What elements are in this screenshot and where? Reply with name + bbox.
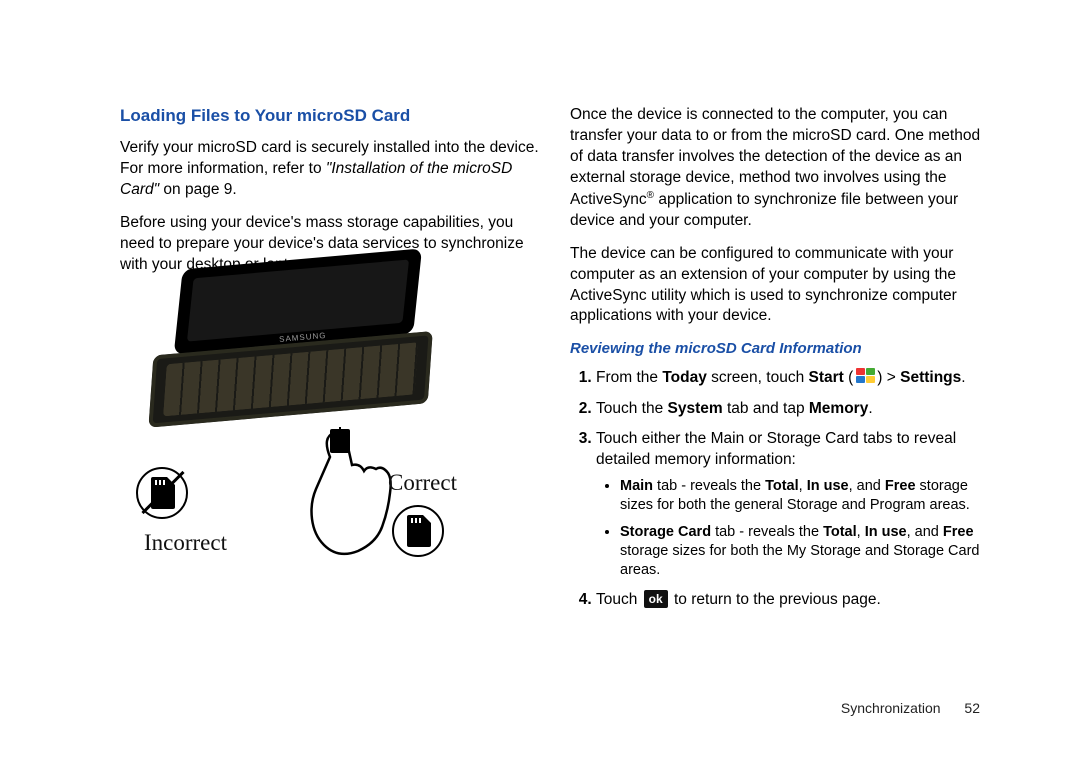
text-bold: In use xyxy=(807,478,849,494)
text: Touch xyxy=(596,591,642,608)
text: ( xyxy=(844,369,853,386)
text-bold: In use xyxy=(865,524,907,540)
text-bold: Memory xyxy=(809,400,868,417)
text: Touch either the Main or Storage Card ta… xyxy=(596,430,956,468)
text: Touch the xyxy=(596,400,668,417)
windows-logo-icon xyxy=(855,368,875,384)
bullet-list: Main tab - reveals the Total, In use, an… xyxy=(596,477,990,579)
right-column: Once the device is connected to the comp… xyxy=(570,105,990,731)
microsd-icon xyxy=(405,515,431,547)
text-bold: Free xyxy=(885,478,916,494)
text: . xyxy=(868,400,872,417)
subsection-heading: Reviewing the microSD Card Information xyxy=(570,339,990,359)
text-bold: Settings xyxy=(900,369,961,386)
text: storage sizes for both the My Storage an… xyxy=(620,543,979,578)
text-bold: Total xyxy=(823,524,857,540)
ok-button-icon: ok xyxy=(644,590,668,608)
bullet-item: Main tab - reveals the Total, In use, an… xyxy=(620,477,990,515)
paragraph: Verify your microSD card is securely ins… xyxy=(120,138,540,201)
text-bold: Free xyxy=(943,524,974,540)
step-item: Touch the System tab and tap Memory. xyxy=(596,399,990,420)
text: on page 9. xyxy=(159,181,237,198)
text: From the xyxy=(596,369,662,386)
footer-section: Synchronization xyxy=(841,700,941,716)
text-bold: Storage Card xyxy=(620,524,711,540)
text-bold: System xyxy=(668,400,723,417)
paragraph: The device can be configured to communic… xyxy=(570,244,990,328)
step-item: Touch either the Main or Storage Card ta… xyxy=(596,429,990,579)
steps-list: From the Today screen, touch Start () > … xyxy=(570,368,990,611)
text-bold: Total xyxy=(765,478,799,494)
text: . xyxy=(961,369,965,386)
device-drawing: SAMSUNG xyxy=(147,282,452,442)
text: , and xyxy=(849,478,885,494)
step-item: From the Today screen, touch Start () > … xyxy=(596,368,990,389)
paragraph: Once the device is connected to the comp… xyxy=(570,105,990,232)
text: ) > xyxy=(877,369,900,386)
sdcard-correct-icon xyxy=(392,505,444,557)
step-item: Touch ok to return to the previous page. xyxy=(596,590,990,611)
left-column: Loading Files to Your microSD Card Verif… xyxy=(120,105,540,731)
text: tab and tap xyxy=(723,400,809,417)
text-bold: Main xyxy=(620,478,653,494)
microsd-icon xyxy=(149,477,175,509)
text: tab - reveals the xyxy=(653,478,765,494)
page-footer: Synchronization 52 xyxy=(841,700,980,716)
text: screen, touch xyxy=(707,369,809,386)
illustration: SAMSUNG Incorrect xyxy=(120,287,460,577)
label-incorrect: Incorrect xyxy=(144,527,227,558)
text: , xyxy=(857,524,865,540)
text: , and xyxy=(907,524,943,540)
text: to return to the previous page. xyxy=(670,591,881,608)
label-correct: Correct xyxy=(388,467,457,498)
bullet-item: Storage Card tab - reveals the Total, In… xyxy=(620,523,990,580)
text-bold: Today xyxy=(662,369,707,386)
sdcard-incorrect-icon xyxy=(136,467,188,519)
text: , xyxy=(799,478,807,494)
text: tab - reveals the xyxy=(711,524,823,540)
text-bold: Start xyxy=(809,369,844,386)
registered-symbol: ® xyxy=(647,190,654,201)
page-number: 52 xyxy=(964,700,980,716)
section-heading: Loading Files to Your microSD Card xyxy=(120,105,540,128)
